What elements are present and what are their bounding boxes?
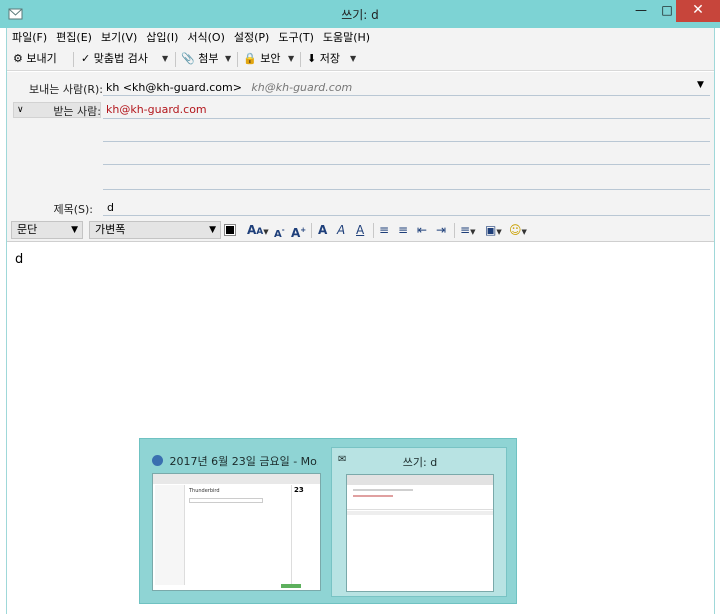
recipient-row-3[interactable]	[103, 164, 710, 165]
indent-icon[interactable]: ⇥	[436, 221, 446, 239]
outdent-icon[interactable]: ⇤	[417, 221, 427, 239]
underline-button[interactable]: A	[356, 221, 364, 239]
numbered-list-icon[interactable]: ≡	[398, 221, 408, 239]
attach-button[interactable]: 📎 첨부	[181, 50, 218, 68]
from-underline	[103, 95, 710, 96]
menu-bar: 파일(F) 편집(E) 보기(V) 삽입(I) 서식(O) 설정(P) 도구(T) 도움말(H…	[7, 28, 714, 47]
bold-button[interactable]: A	[318, 221, 327, 239]
toolbar-divider	[300, 52, 301, 67]
security-dropdown[interactable]: ▼	[288, 50, 294, 68]
from-select[interactable]: kh <kh@kh-guard.com> kh@kh-guard.com	[106, 81, 352, 94]
close-button[interactable]: ✕	[676, 0, 720, 22]
security-button[interactable]: 🔒 보안	[243, 50, 280, 68]
minimize-button[interactable]: —	[628, 0, 654, 22]
taskbar-switcher: 2017년 6월 23일 금요일 - Mo... Thunderbird 23 …	[139, 438, 517, 604]
to-label: 받는 사람:	[53, 105, 101, 118]
spell-check-dropdown[interactable]: ▼	[162, 50, 168, 68]
paperclip-icon: 📎	[181, 52, 195, 65]
subject-label: 제목(S):	[53, 203, 93, 216]
save-button[interactable]: ⬇ 저장	[307, 50, 340, 68]
switcher-item-calendar[interactable]: 2017년 6월 23일 금요일 - Mo... Thunderbird 23	[146, 447, 322, 597]
recipient-row-2[interactable]	[103, 141, 710, 142]
larger-text-icon[interactable]: A+	[291, 221, 306, 240]
format-toolbar: 문단 ▼ 가변폭 ▼ AA▼ A- A+ A A A ≡ ≡ ⇤ ⇥ ≡▼ ▣▼ ☺…	[7, 218, 714, 242]
menu-item-4[interactable]: 서식(O)	[182, 28, 228, 47]
toolbar-divider	[373, 223, 374, 238]
save-dropdown[interactable]: ▼	[350, 50, 356, 68]
menu-item-5[interactable]: 설정(P)	[229, 28, 273, 47]
toolbar-divider	[237, 52, 238, 67]
thunderbird-icon	[152, 455, 163, 466]
insert-object-icon[interactable]: ▣▼	[485, 221, 502, 239]
paragraph-format-select[interactable]: 문단 ▼	[11, 221, 83, 239]
send-button[interactable]: ⚙ 보내기	[13, 50, 57, 68]
body-text: d	[15, 252, 24, 267]
smiley-icon[interactable]: ☺▼	[509, 221, 527, 239]
compose-window-thumbnail	[346, 474, 494, 592]
toolbar-divider	[311, 223, 312, 238]
font-select[interactable]: 가변폭 ▼	[89, 221, 221, 239]
chevron-down-icon: ▼	[71, 225, 78, 235]
to-underline	[103, 118, 710, 119]
address-headers: 보내는 사람(R): kh <kh@kh-guard.com> kh@kh-gu…	[7, 72, 714, 218]
lock-icon: 🔒	[243, 52, 257, 65]
menu-item-0[interactable]: 파일(F)	[7, 28, 51, 47]
italic-button[interactable]: A	[337, 221, 345, 239]
chevron-down-icon: ∨	[17, 105, 24, 115]
title-bar: 쓰기: d — □ ✕	[0, 0, 720, 28]
smaller-text-icon[interactable]: A-	[274, 221, 285, 240]
font-size-icon[interactable]: AA▼	[247, 221, 269, 239]
menu-item-3[interactable]: 삽입(I)	[141, 28, 182, 47]
checkmark-icon: ✓	[81, 52, 91, 65]
attach-dropdown[interactable]: ▼	[225, 50, 231, 68]
align-icon[interactable]: ≡▼	[460, 221, 475, 239]
switcher-item-compose[interactable]: ✉ 쓰기: d	[331, 447, 507, 597]
bullet-list-icon[interactable]: ≡	[379, 221, 389, 239]
to-field[interactable]: kh@kh-guard.com	[106, 103, 207, 116]
menu-item-7[interactable]: 도움말(H)	[318, 28, 374, 47]
text-color-picker[interactable]	[224, 222, 236, 240]
calendar-window-thumbnail: Thunderbird 23	[152, 473, 321, 591]
from-label: 보내는 사람(R):	[28, 83, 103, 96]
menu-item-1[interactable]: 편집(E)	[51, 28, 96, 47]
chevron-down-icon: ▼	[209, 225, 216, 235]
menu-item-2[interactable]: 보기(V)	[96, 28, 141, 47]
compose-envelope-icon: ✉	[338, 454, 347, 465]
text-color-swatch	[224, 224, 236, 236]
toolbar-divider	[175, 52, 176, 67]
menu-item-6[interactable]: 도구(T)	[273, 28, 318, 47]
down-arrow-icon: ⬇	[307, 52, 317, 65]
subject-input[interactable]: d	[107, 201, 114, 214]
spell-check-button[interactable]: ✓ 맞춤법 검사	[81, 50, 148, 68]
window-title: 쓰기: d	[341, 8, 379, 22]
toolbar-divider	[454, 223, 455, 238]
recipient-row-4[interactable]	[103, 189, 710, 190]
toolbar-divider	[73, 52, 74, 67]
compose-toolbar: ⚙ 보내기 ✓ 맞춤법 검사 ▼ 📎 첨부 ▼ 🔒 보안 ▼ ⬇ 저장 ▼	[7, 47, 714, 71]
from-dropdown-icon[interactable]: ▼	[697, 80, 704, 90]
subject-underline	[103, 215, 710, 216]
send-icon: ⚙	[13, 52, 23, 65]
